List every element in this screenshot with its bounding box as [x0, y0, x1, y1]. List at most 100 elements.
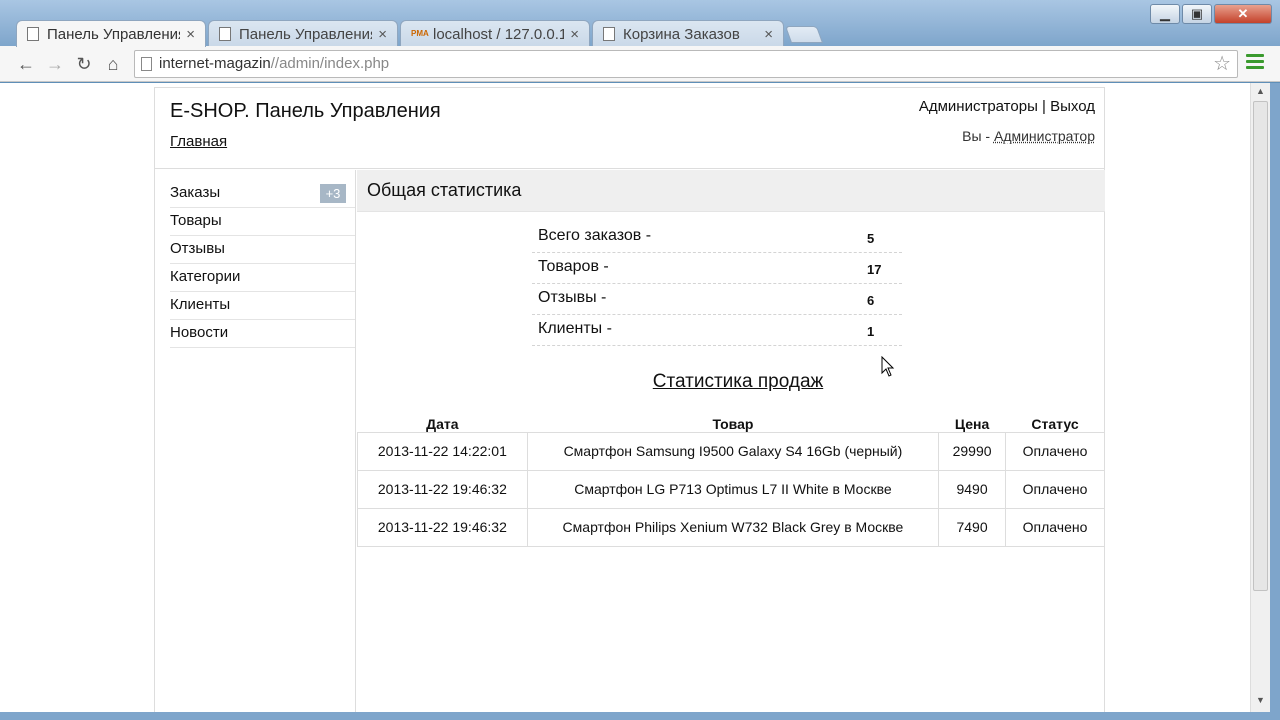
- admin-links: Администраторы | Выход: [919, 98, 1095, 115]
- scroll-thumb[interactable]: [1253, 101, 1268, 591]
- cell-status: Оплачено: [1005, 431, 1105, 471]
- page-scrollbar[interactable]: ▲ ▼: [1250, 83, 1270, 712]
- stat-value: 6: [867, 293, 875, 308]
- minimize-button[interactable]: ▁: [1150, 4, 1180, 24]
- cell-price: 7490: [938, 507, 1007, 547]
- stat-value: 5: [867, 231, 875, 246]
- browser-titlebar: Панель Управления × Панель Управления × …: [0, 0, 1280, 47]
- page-viewport: E-SHOP. Панель Управления Главная Админи…: [0, 83, 1250, 712]
- sales-table: Дата Товар Цена Статус 2013-11-22 14:22:…: [357, 410, 1105, 547]
- maximize-button[interactable]: ▣: [1182, 4, 1212, 24]
- sidebar-item-products[interactable]: Товары: [170, 208, 355, 236]
- sidebar-item-label: Клиенты: [170, 296, 231, 313]
- tab-title: Панель Управления: [47, 25, 181, 43]
- sidebar: Заказы +3 Товары Отзывы Категории Клиент…: [155, 170, 356, 712]
- stat-row-reviews: Отзывы - 6: [532, 284, 902, 315]
- table-row: 2013-11-22 19:46:32 Смартфон Philips Xen…: [357, 507, 1105, 547]
- page-icon: [603, 27, 615, 41]
- forward-button[interactable]: →: [43, 52, 67, 76]
- cell-product: Смартфон Samsung I9500 Galaxy S4 16Gb (ч…: [526, 431, 940, 471]
- sidebar-item-reviews[interactable]: Отзывы: [170, 236, 355, 264]
- table-row: 2013-11-22 19:46:32 Смартфон LG P713 Opt…: [357, 469, 1105, 509]
- url-host: internet-magazin: [159, 55, 271, 72]
- bookmark-star-icon[interactable]: ☆: [1213, 51, 1231, 77]
- close-icon[interactable]: ×: [186, 26, 195, 43]
- new-tab-button[interactable]: [784, 26, 824, 43]
- cell-product: Смартфон Philips Xenium W732 Black Grey …: [526, 507, 940, 547]
- cell-product: Смартфон LG P713 Optimus L7 II White в М…: [526, 469, 940, 509]
- close-icon[interactable]: ×: [378, 26, 387, 43]
- home-link[interactable]: Главная: [170, 133, 227, 150]
- user-role-link[interactable]: Администратор: [994, 128, 1095, 144]
- site-title: E-SHOP. Панель Управления: [170, 100, 441, 122]
- column-header-product: Товар: [712, 415, 754, 432]
- cell-price: 29990: [938, 431, 1007, 471]
- sidebar-item-label: Новости: [170, 324, 229, 341]
- stat-label: Всего заказов -: [538, 227, 652, 244]
- stat-row-clients: Клиенты - 1: [532, 315, 902, 346]
- stat-value: 1: [867, 324, 875, 339]
- stat-label: Отзывы -: [538, 289, 607, 306]
- browser-menu-icon[interactable]: [1246, 54, 1264, 74]
- close-icon[interactable]: ×: [570, 26, 579, 43]
- you-prefix: Вы -: [962, 128, 991, 144]
- cell-status: Оплачено: [1005, 469, 1105, 509]
- page-title: Общая статистика: [357, 170, 1105, 212]
- tab-admin-panel-2[interactable]: Панель Управления ×: [208, 20, 398, 47]
- close-icon[interactable]: ×: [764, 26, 773, 43]
- window-frame-bottom: [0, 712, 1280, 720]
- current-user: Вы - Администратор: [962, 128, 1095, 144]
- admin-header: E-SHOP. Панель Управления Главная Админи…: [155, 88, 1104, 169]
- scroll-down-icon[interactable]: ▼: [1256, 695, 1265, 705]
- tab-title: localhost / 127.0.0.1: [433, 25, 565, 43]
- tab-phpmyadmin[interactable]: PMA localhost / 127.0.0.1 ×: [400, 20, 590, 47]
- stat-row-products: Товаров - 17: [532, 253, 902, 284]
- home-button[interactable]: ⌂: [101, 52, 125, 76]
- browser-toolbar: ← → ↻ ⌂ internet-magazin//admin/index.ph…: [0, 46, 1280, 82]
- column-header-date: Дата: [426, 415, 459, 432]
- cell-date: 2013-11-22 14:22:01: [357, 431, 528, 471]
- tab-admin-panel-1[interactable]: Панель Управления ×: [16, 20, 206, 47]
- mouse-cursor-icon: [881, 356, 895, 377]
- sidebar-item-label: Отзывы: [170, 240, 225, 257]
- sidebar-item-categories[interactable]: Категории: [170, 264, 355, 292]
- table-row: 2013-11-22 14:22:01 Смартфон Samsung I95…: [357, 431, 1105, 471]
- page-icon: [141, 57, 152, 71]
- page-icon: [27, 27, 39, 41]
- sidebar-item-label: Товары: [170, 212, 222, 229]
- orders-count-badge: +3: [320, 184, 346, 203]
- reload-button[interactable]: ↻: [72, 52, 96, 76]
- window-frame-right: [1270, 83, 1280, 720]
- stat-label: Товаров -: [538, 258, 609, 275]
- address-bar[interactable]: internet-magazin//admin/index.php ☆: [134, 50, 1238, 78]
- stat-row-orders: Всего заказов - 5: [532, 222, 902, 253]
- url-path: //admin/index.php: [270, 55, 390, 72]
- stat-value: 17: [867, 262, 882, 277]
- sales-stats-link[interactable]: Статистика продаж: [357, 371, 1119, 393]
- tab-title: Панель Управления: [239, 25, 373, 43]
- sidebar-item-news[interactable]: Новости: [170, 320, 355, 348]
- tab-title: Корзина Заказов: [623, 25, 740, 43]
- stat-label: Клиенты -: [538, 320, 612, 337]
- admin-container: E-SHOP. Панель Управления Главная Админи…: [154, 87, 1105, 712]
- cell-date: 2013-11-22 19:46:32: [357, 507, 528, 547]
- scroll-up-icon[interactable]: ▲: [1256, 86, 1265, 96]
- administrators-link[interactable]: Администраторы: [919, 98, 1038, 115]
- sidebar-item-label: Заказы: [170, 184, 221, 201]
- main-content: Общая статистика Всего заказов - 5 Товар…: [357, 170, 1105, 712]
- tab-cart[interactable]: Корзина Заказов ×: [592, 20, 784, 47]
- page-icon: [219, 27, 231, 41]
- cell-price: 9490: [938, 469, 1007, 509]
- sidebar-item-clients[interactable]: Клиенты: [170, 292, 355, 320]
- cell-date: 2013-11-22 19:46:32: [357, 469, 528, 509]
- close-window-button[interactable]: ✕: [1214, 4, 1272, 24]
- phpmyadmin-icon: PMA: [411, 29, 429, 38]
- back-button[interactable]: ←: [14, 52, 38, 76]
- table-header-row: Дата Товар Цена Статус: [358, 410, 1105, 432]
- sidebar-item-label: Категории: [170, 268, 241, 285]
- column-header-price: Цена: [954, 415, 990, 432]
- separator: |: [1042, 98, 1046, 115]
- logout-link[interactable]: Выход: [1050, 98, 1095, 115]
- sidebar-item-orders[interactable]: Заказы +3: [170, 180, 355, 208]
- stats-list: Всего заказов - 5 Товаров - 17 Отзывы - …: [532, 222, 902, 346]
